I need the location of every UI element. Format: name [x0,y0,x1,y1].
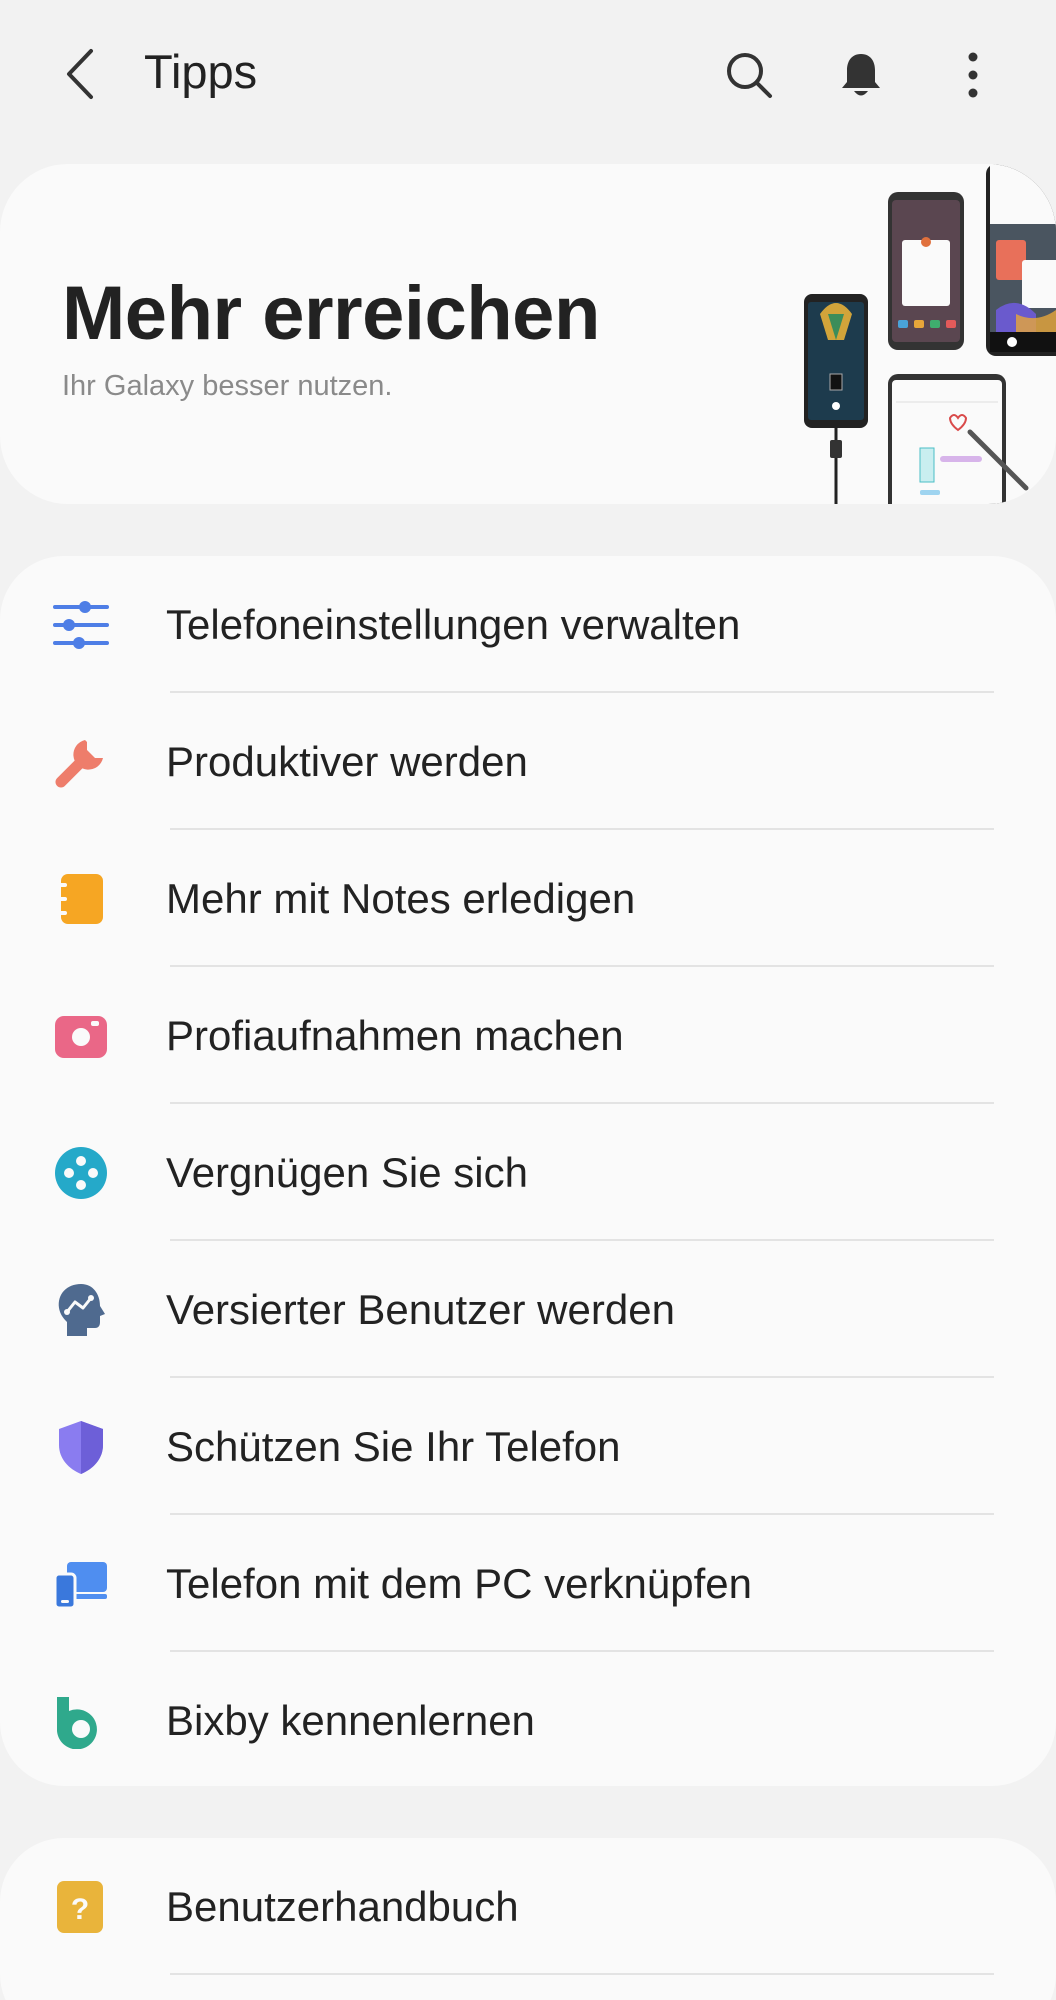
devices-icon [52,1555,110,1613]
notifications-button[interactable] [826,40,896,110]
list-item-label: Mehr mit Notes erledigen [166,875,636,922]
more-options-button[interactable] [938,40,1008,110]
list-item-link-to-pc[interactable]: Telefon mit dem PC verknüpfen [0,1515,1056,1652]
tips-category-list: Telefoneinstellungen verwalten Produktiv… [0,556,1056,1786]
page-title: Tipps [144,45,258,98]
list-item-label: Profiaufnahmen machen [166,1012,624,1059]
search-icon [727,53,772,98]
top-bar: Tipps [0,0,1056,150]
sliders-icon [52,596,110,654]
list-item-label: Produktiver werden [166,738,528,785]
list-item-bixby[interactable]: Bixby kennenlernen [0,1652,1056,1786]
list-item-productivity[interactable]: Produktiver werden [0,693,1056,830]
list-item-label: Vergnügen Sie sich [166,1149,528,1196]
shield-icon [52,1418,110,1476]
hero-title: Mehr erreichen [62,271,600,356]
search-button[interactable] [714,40,784,110]
head-icon [52,1281,110,1339]
list-item-phone-settings[interactable]: Telefoneinstellungen verwalten [0,556,1056,693]
help-list: ? Benutzerhandbuch [0,1838,1056,2000]
gamepad-icon [52,1144,110,1202]
list-item-notes[interactable]: Mehr mit Notes erledigen [0,830,1056,967]
notes-icon [52,870,110,928]
list-item-label: Telefon mit dem PC verknüpfen [166,1560,752,1607]
list-item-label: Benutzerhandbuch [166,1883,519,1930]
list-item-power-user[interactable]: Versierter Benutzer werden [0,1241,1056,1378]
tips-app: Tipps Mehr erreichen Ihr Galaxy besser n… [0,0,1056,2000]
back-button[interactable] [52,36,108,112]
bixby-icon [52,1692,110,1750]
wrench-icon [52,733,110,791]
more-icon [968,52,978,98]
list-item-label: Bixby kennenlernen [166,1697,535,1744]
list-item-security[interactable]: Schützen Sie Ihr Telefon [0,1378,1056,1515]
list-item-user-manual[interactable]: ? Benutzerhandbuch [0,1838,1056,1975]
hero-banner[interactable]: Mehr erreichen Ihr Galaxy besser nutzen. [0,164,1056,504]
bell-icon [842,54,880,96]
devices-illustration [804,164,1056,504]
back-icon [67,49,93,99]
camera-icon [52,1007,110,1065]
list-item-camera[interactable]: Profiaufnahmen machen [0,967,1056,1104]
list-item-label: Schützen Sie Ihr Telefon [166,1423,621,1470]
list-item-fun[interactable]: Vergnügen Sie sich [0,1104,1056,1241]
help-icon: ? [52,1878,110,1936]
list-item-label: Versierter Benutzer werden [166,1286,675,1333]
hero-subtitle: Ihr Galaxy besser nutzen. [62,370,393,402]
svg-text:?: ? [71,1893,89,1926]
divider [170,1973,994,1975]
list-item-label: Telefoneinstellungen verwalten [166,601,741,648]
